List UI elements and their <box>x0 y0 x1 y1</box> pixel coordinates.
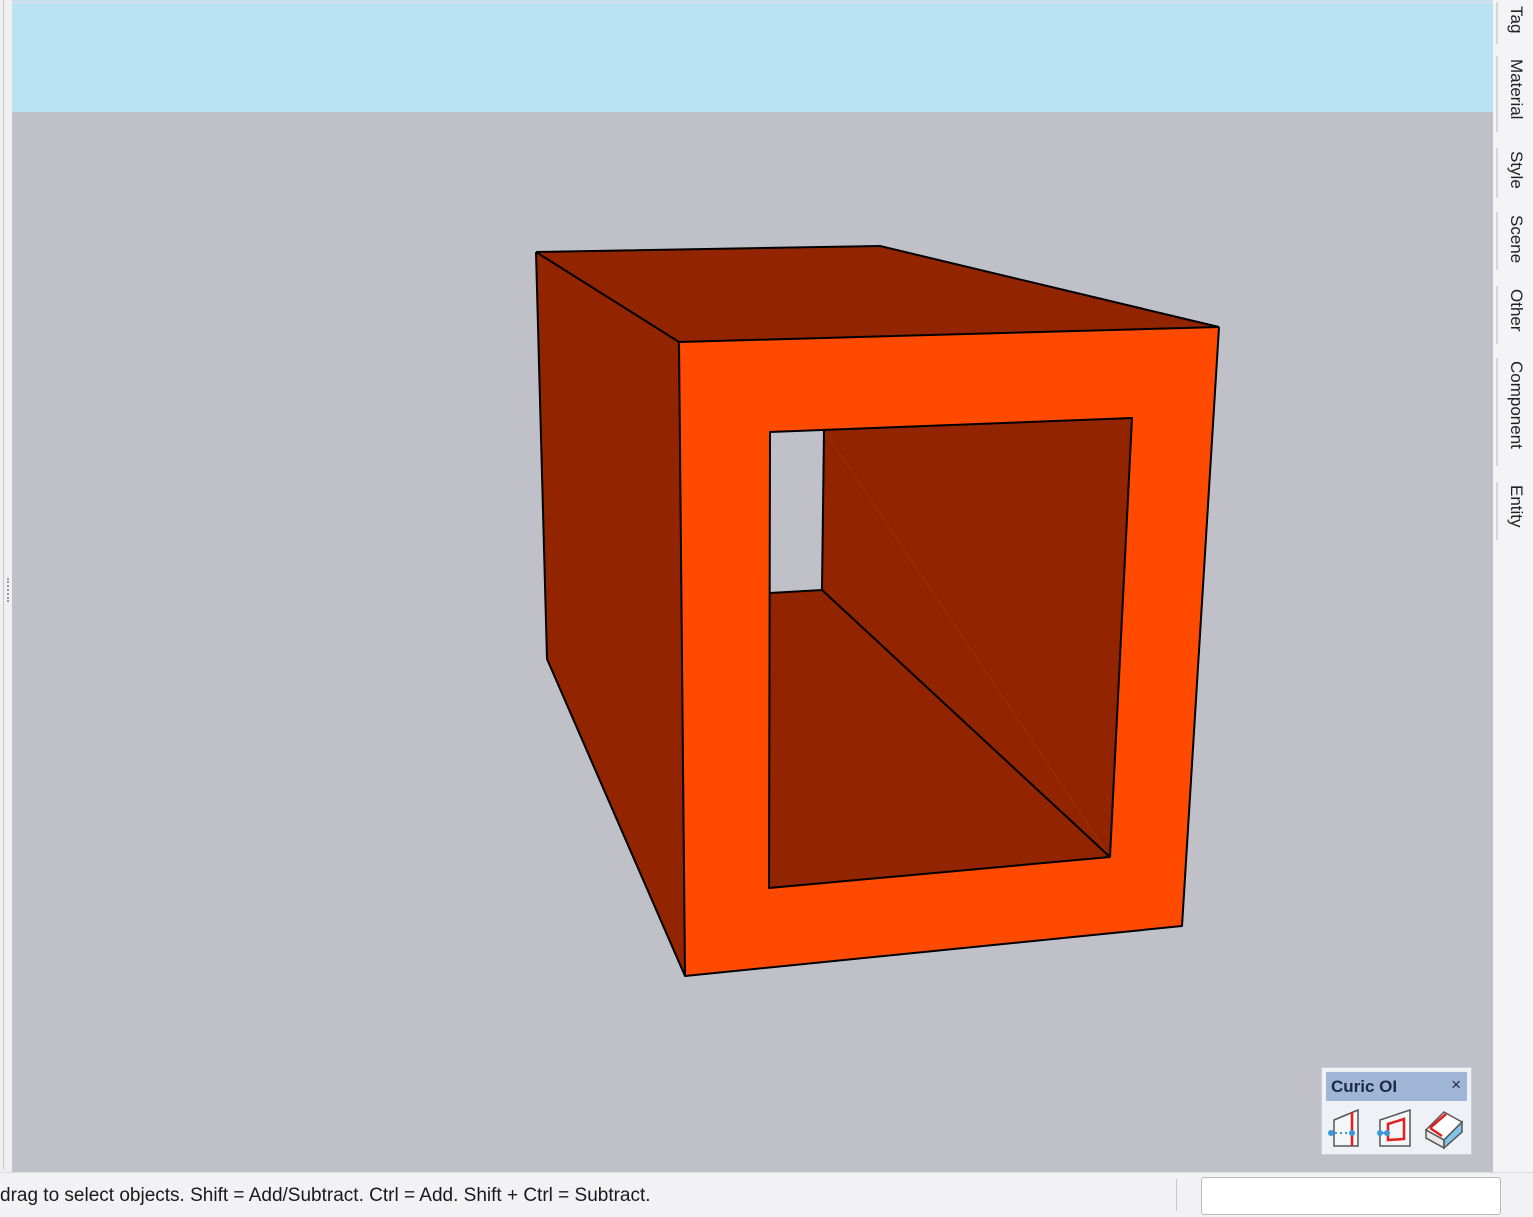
left-panel-gutter <box>0 0 12 1172</box>
hollow-box-model[interactable] <box>535 245 1220 977</box>
toolbar-title: Curic OI <box>1331 1077 1398 1096</box>
3d-viewport[interactable] <box>12 0 1493 1172</box>
panel-resize-handle[interactable] <box>7 578 11 602</box>
toolbar-title-bar[interactable]: Curic OI × <box>1326 1072 1467 1101</box>
tray-tab-label: Material <box>1507 59 1526 120</box>
tray-tab-material[interactable]: Material <box>1496 56 1530 132</box>
status-divider <box>1176 1179 1177 1211</box>
measurements-input[interactable] <box>1201 1177 1501 1215</box>
tray-tab-label: Other <box>1507 289 1526 332</box>
scene-canvas[interactable] <box>12 0 1493 1172</box>
tray-tab-label: Component <box>1507 361 1526 449</box>
sketchup-window: Tag Material Style Scene Other Component… <box>0 0 1533 1217</box>
close-icon[interactable]: × <box>1451 1075 1461 1095</box>
tray-tab-label: Scene <box>1507 215 1526 264</box>
gutter-divider <box>3 0 4 1170</box>
offset-edge-button[interactable] <box>1326 1106 1370 1150</box>
offset-face-icon <box>1377 1108 1411 1147</box>
status-bar: drag to select objects. Shift = Add/Subt… <box>0 1172 1533 1217</box>
curic-oi-toolbar: Curic OI × <box>1321 1067 1472 1155</box>
sky <box>12 0 1493 112</box>
offset-edge-icon <box>1328 1108 1359 1147</box>
tray-tab-other[interactable]: Other <box>1496 286 1530 344</box>
tray-tab-label: Entity <box>1507 485 1526 528</box>
tray-tab-tag[interactable]: Tag <box>1496 2 1530 44</box>
tray-tab-scene[interactable]: Scene <box>1496 212 1530 270</box>
offset-solid-icon <box>1424 1111 1464 1150</box>
tray-tab-label: Style <box>1507 151 1526 189</box>
tray-tab-style[interactable]: Style <box>1496 148 1530 198</box>
back-opening <box>770 430 824 593</box>
tray-tab-label: Tag <box>1507 6 1526 34</box>
tray-tab-component[interactable]: Component <box>1496 358 1530 466</box>
status-hint-text: drag to select objects. Shift = Add/Subt… <box>0 1185 651 1206</box>
tray-tab-entity[interactable]: Entity <box>1496 482 1530 540</box>
offset-face-button[interactable] <box>1374 1106 1418 1150</box>
offset-solid-button[interactable] <box>1422 1106 1466 1150</box>
default-tray: Tag Material Style Scene Other Component… <box>1493 0 1533 1172</box>
